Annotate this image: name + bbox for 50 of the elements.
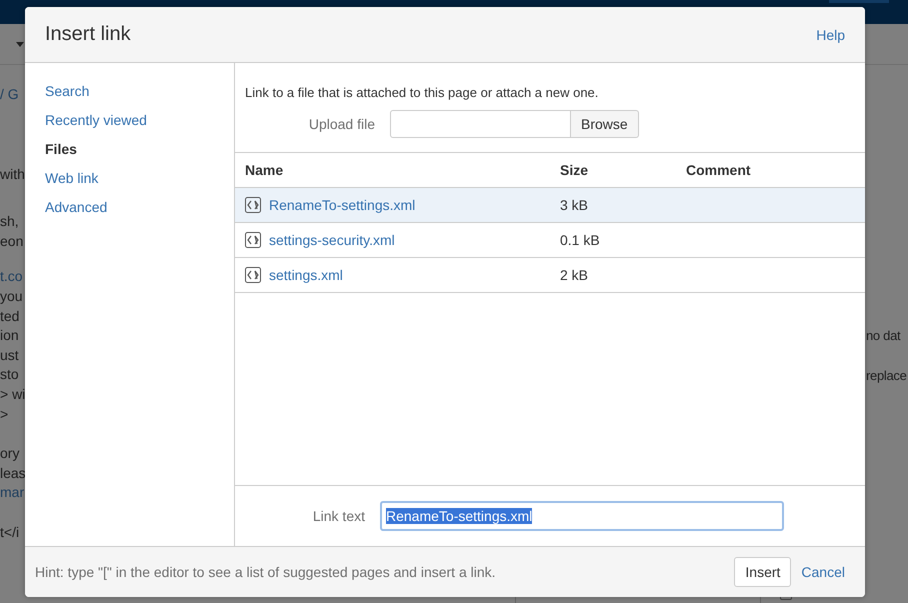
- instruction-text: Link to a file that is attached to this page or attach a new one.: [245, 85, 600, 101]
- file-link[interactable]: RenameTo-settings.xml: [269, 197, 416, 213]
- file-link[interactable]: settings-security.xml: [269, 232, 395, 248]
- hint-text: Hint: type "[" in the editor to see a list of suggested pages and insert a link.: [35, 564, 497, 580]
- page-text: with: [0, 164, 25, 184]
- page-text: eon: [0, 232, 24, 251]
- file-row[interactable]: settings-security.xml 0.1 kB: [235, 223, 865, 258]
- column-header: Name: [245, 162, 284, 178]
- browse-button[interactable]: Browse: [571, 110, 639, 138]
- table-cell-text: 3 kB: [560, 197, 590, 213]
- caret-icon: [16, 42, 24, 46]
- upload-file-field[interactable]: [390, 110, 571, 138]
- page-text: ory: [0, 444, 20, 464]
- page-text: sto: [0, 365, 20, 384]
- page-text: > wi: [0, 384, 25, 404]
- page-text: >: [0, 404, 10, 424]
- page-link[interactable]: t.co: [0, 267, 25, 287]
- code-file-icon: [245, 232, 261, 248]
- table-cell-text: 0.1 kB: [560, 232, 601, 248]
- page-text: ion: [0, 326, 20, 346]
- page-text: replace: [866, 367, 907, 385]
- sidebar-item[interactable]: Recently viewed: [25, 106, 167, 135]
- code-file-icon: [245, 267, 261, 283]
- insert-button[interactable]: Insert: [734, 557, 792, 587]
- page-text: no dat: [866, 327, 902, 345]
- sidebar-item[interactable]: Advanced: [25, 193, 128, 222]
- sidebar-item[interactable]: Web link: [25, 164, 118, 193]
- page-text: ust: [0, 346, 20, 365]
- field-label: Link text: [312, 508, 365, 524]
- file-row[interactable]: RenameTo-settings.xml 3 kB: [235, 188, 865, 223]
- field-label: Upload file: [308, 116, 375, 132]
- page-text: sh,: [0, 212, 20, 232]
- page-link[interactable]: mar: [0, 483, 25, 503]
- table-cell-text: 2 kB: [560, 267, 590, 283]
- page-link[interactable]: / G: [0, 85, 25, 105]
- code-file-icon: [245, 197, 261, 213]
- cancel-link[interactable]: Cancel: [801, 564, 845, 580]
- link-text-field[interactable]: RenameTo-settings.xml: [380, 501, 784, 531]
- column-header: Comment: [686, 162, 752, 178]
- dialog-title: Insert link: [45, 23, 131, 46]
- page-text: leas: [0, 464, 25, 483]
- page-text: ted: [0, 306, 20, 326]
- page-text: you: [0, 286, 24, 306]
- page-text: t</i: [0, 522, 20, 542]
- sidebar-item[interactable]: Search: [25, 77, 110, 106]
- sidebar-item[interactable]: Files: [25, 135, 97, 164]
- file-link[interactable]: settings.xml: [269, 267, 343, 283]
- column-header: Size: [560, 162, 590, 178]
- help-link[interactable]: Help: [816, 26, 845, 42]
- file-row[interactable]: settings.xml 2 kB: [235, 258, 865, 293]
